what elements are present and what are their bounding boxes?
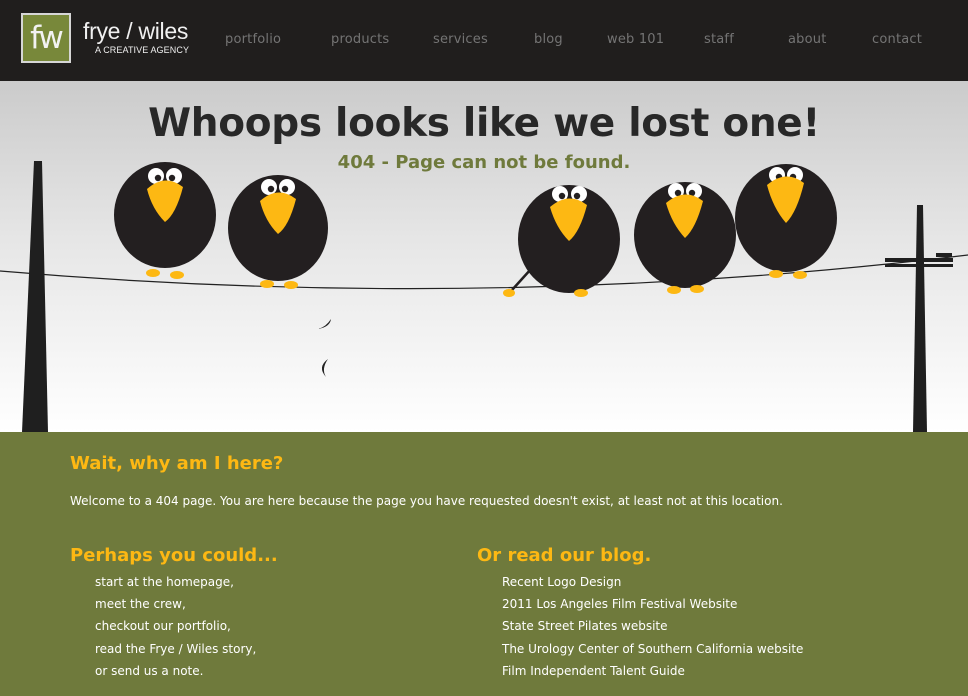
help-section: Wait, why am I here? Welcome to a 404 pa… <box>0 432 968 696</box>
site-header: fw frye / wiles A CREATIVE AGENCY portfo… <box>0 0 968 81</box>
bird-icon <box>634 182 736 294</box>
blog-post-link[interactable]: 2011 Los Angeles Film Festival Website <box>502 593 803 615</box>
why-heading: Wait, why am I here? <box>70 453 284 474</box>
suggestions-heading: Perhaps you could... <box>70 545 278 566</box>
utility-pole-icon <box>22 161 48 432</box>
blog-heading: Or read our blog. <box>477 545 652 566</box>
nav-web-101[interactable]: web 101 <box>607 32 664 47</box>
blog-post-link[interactable]: Film Independent Talent Guide <box>502 660 803 682</box>
nav-portfolio[interactable]: portfolio <box>225 32 281 47</box>
bird-icon <box>114 162 216 279</box>
logo[interactable]: fw <box>21 13 71 63</box>
nav-contact[interactable]: contact <box>872 32 922 47</box>
bird-icon <box>735 164 837 279</box>
suggestions-list: start at the homepage, meet the crew, ch… <box>95 571 256 682</box>
logo-mark: fw <box>30 20 64 56</box>
nav-blog[interactable]: blog <box>534 32 563 47</box>
suggestion-portfolio-link[interactable]: checkout our portfolio, <box>95 615 256 637</box>
error-subtitle: 404 - Page can not be found. <box>337 152 631 173</box>
blog-post-link[interactable]: Recent Logo Design <box>502 571 803 593</box>
blog-post-link[interactable]: The Urology Center of Southern Californi… <box>502 638 803 660</box>
why-text: Welcome to a 404 page. You are here beca… <box>70 494 783 508</box>
nav-products[interactable]: products <box>331 32 389 47</box>
suggestion-crew-link[interactable]: meet the crew, <box>95 593 256 615</box>
nav-services[interactable]: services <box>433 32 488 47</box>
bird-icon <box>503 185 620 297</box>
suggestion-homepage-link[interactable]: start at the homepage, <box>95 571 256 593</box>
hero-illustration: Whoops looks like we lost one! 404 - Pag… <box>0 81 968 432</box>
blog-list: Recent Logo Design 2011 Los Angeles Film… <box>502 571 803 682</box>
suggestion-contact-link[interactable]: or send us a note. <box>95 660 256 682</box>
falling-feather-icon <box>318 319 331 329</box>
page-title: Whoops looks like we lost one! <box>148 101 820 146</box>
blog-post-link[interactable]: State Street Pilates website <box>502 615 803 637</box>
brand-name[interactable]: frye / wiles <box>83 18 188 45</box>
utility-pole-icon <box>885 205 953 432</box>
suggestion-story-link[interactable]: read the Frye / Wiles story, <box>95 638 256 660</box>
nav-about[interactable]: about <box>788 32 827 47</box>
brand-tagline: A CREATIVE AGENCY <box>95 45 190 55</box>
falling-feather-icon <box>321 359 328 377</box>
bird-icon <box>228 175 328 289</box>
nav-staff[interactable]: staff <box>704 32 734 47</box>
